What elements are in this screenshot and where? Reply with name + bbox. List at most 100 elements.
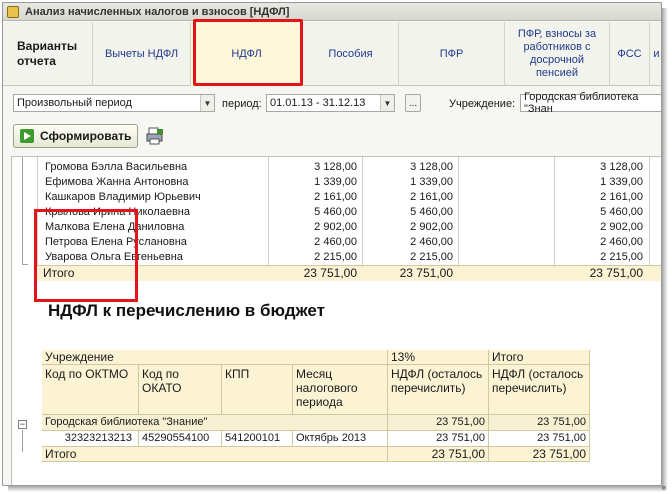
tab-label: и (653, 47, 660, 60)
amount-cell: 2 460,00 (600, 236, 643, 248)
total2-label: Итого (42, 447, 388, 462)
grid-line (649, 157, 650, 281)
total-row: Итого 23 751,00 23 751,00 23 751,00 (37, 265, 661, 281)
grid-line (37, 157, 38, 281)
report-window: Анализ начисленных налогов и взносов [НД… (2, 2, 662, 486)
amount-cell: 2 902,00 (314, 221, 357, 233)
kpp-cell: 541200101 (222, 431, 293, 447)
oktmo-cell: 32323213213 (42, 431, 139, 447)
group-line (22, 430, 23, 452)
okato-cell: 45290554100 (139, 431, 222, 447)
ndfl-total-cell: 23 751,00 (489, 431, 590, 447)
employee-name: Громова Бэлла Васильевна (45, 161, 188, 173)
amount-cell: 2 460,00 (410, 236, 453, 248)
group-row-org[interactable]: Городская библиотека "Знание" (42, 415, 388, 431)
amount-cell: 3 128,00 (600, 161, 643, 173)
title-bar: Анализ начисленных налогов и взносов [НД… (3, 3, 661, 21)
amount-cell: 2 902,00 (410, 221, 453, 233)
tab-ndfl[interactable]: НДФЛ (191, 22, 303, 86)
amount-cell: 3 128,00 (410, 161, 453, 173)
col-kpp: КПП (222, 365, 293, 415)
tab-benefits[interactable]: Пособия (303, 22, 399, 86)
group-line (22, 264, 28, 265)
employee-name: Петрова Елена Руслановна (45, 236, 187, 248)
budget-table: Учреждение 13% Итого Код по ОКТМО Код по… (42, 350, 590, 462)
tab-label: НДФЛ (231, 47, 262, 60)
employee-name: Ефимова Жанна Антоновна (45, 176, 189, 188)
total2-total: 23 751,00 (489, 447, 590, 462)
grid-line (362, 157, 363, 281)
total-label: Итого (43, 266, 75, 280)
report-tabs: Варианты отчета Вычеты НДФЛ НДФЛ Пособия… (3, 22, 661, 86)
section-title: НДФЛ к перечислению в бюджет (48, 301, 325, 320)
amount-cell: 5 460,00 (600, 206, 643, 218)
amount-cell: 5 460,00 (410, 206, 453, 218)
report-area[interactable]: Громова Бэлла Васильевна 3 128,00 3 128,… (11, 156, 661, 485)
amount-cell: 2 460,00 (314, 236, 357, 248)
period-select[interactable]: 01.01.13 - 31.12.13 ▼ (266, 94, 395, 112)
app-icon (7, 5, 19, 18)
generate-button[interactable]: Сформировать (13, 124, 138, 148)
employee-name: Малкова Елена Даниловна (45, 221, 185, 233)
amount-cell: 1 339,00 (410, 176, 453, 188)
amount-cell: 2 161,00 (600, 191, 643, 203)
window-shadow (8, 486, 666, 492)
tab-more[interactable]: и (650, 22, 661, 86)
filter-bar: Произвольный период ▼ период: 01.01.13 -… (3, 91, 661, 115)
tab-pfr[interactable]: ПФР (399, 22, 505, 86)
employee-name: Крылова Ирина Николаевна (45, 206, 190, 218)
group-line (22, 157, 23, 265)
amount-cell: 3 128,00 (314, 161, 357, 173)
period-value: 01.01.13 - 31.12.13 (270, 97, 366, 109)
col-month: Месяц налогового периода (293, 365, 388, 415)
generate-label: Сформировать (40, 129, 132, 143)
col-ndfl-rate: НДФЛ (осталось перечислить) (388, 365, 489, 415)
amount-cell: 2 215,00 (410, 251, 453, 263)
play-icon (20, 129, 34, 143)
group-row-rate: 23 751,00 (388, 415, 489, 431)
col-ndfl-total: НДФЛ (осталось перечислить) (489, 365, 590, 415)
total2-rate: 23 751,00 (388, 447, 489, 462)
tab-label: ПФР (439, 47, 464, 60)
amount-cell: 5 460,00 (314, 206, 357, 218)
period-type-select[interactable]: Произвольный период ▼ (13, 94, 215, 112)
tab-label: Вычеты НДФЛ (104, 47, 179, 60)
amount-cell: 2 215,00 (600, 251, 643, 263)
employee-name: Уварова Ольга Евгеньевна (45, 251, 183, 263)
amount-cell: 2 902,00 (600, 221, 643, 233)
collapse-toggle[interactable]: − (18, 420, 27, 429)
total-amount: 23 751,00 (303, 266, 357, 280)
total-amount: 23 751,00 (589, 266, 643, 280)
print-settings-icon[interactable] (146, 127, 164, 145)
amount-cell: 1 339,00 (600, 176, 643, 188)
col-okato: Код по ОКАТО (139, 365, 222, 415)
period-label: период: (222, 98, 262, 110)
org-select[interactable]: Городская библиотека "Знан (520, 91, 661, 115)
month-cell: Октябрь 2013 (293, 431, 388, 447)
tab-variants[interactable]: Варианты отчета (3, 22, 93, 86)
tab-label: ПФР, взносы за работников с досрочной пе… (517, 28, 597, 79)
tab-pfr-early-pension[interactable]: ПФР, взносы за работников с досрочной пе… (505, 22, 610, 86)
grid-line (458, 157, 459, 281)
period-choose-button[interactable]: ... (405, 94, 421, 112)
dots-label: ... (408, 97, 418, 109)
tab-fss[interactable]: ФСС (610, 22, 650, 86)
amount-cell: 1 339,00 (314, 176, 357, 188)
window-title: Анализ начисленных налогов и взносов [НД… (25, 5, 290, 18)
header-total: Итого (489, 350, 590, 365)
employee-name: Кашкаров Владимир Юрьевич (45, 191, 201, 203)
chevron-down-icon[interactable]: ▼ (380, 95, 394, 111)
tab-ndfl-deductions[interactable]: Вычеты НДФЛ (93, 22, 191, 86)
window-shadow (662, 8, 668, 490)
group-row-total: 23 751,00 (489, 415, 590, 431)
total-amount: 23 751,00 (399, 266, 453, 280)
period-type-value: Произвольный период (17, 97, 132, 109)
tab-label: ФСС (617, 47, 642, 60)
amount-cell: 2 161,00 (314, 191, 357, 203)
amount-cell: 2 161,00 (410, 191, 453, 203)
org-label: Учреждение: (449, 98, 516, 110)
chevron-down-icon[interactable]: ▼ (200, 95, 214, 111)
amount-cell: 2 215,00 (314, 251, 357, 263)
header-rate: 13% (388, 350, 489, 365)
col-oktmo: Код по ОКТМО (42, 365, 139, 415)
